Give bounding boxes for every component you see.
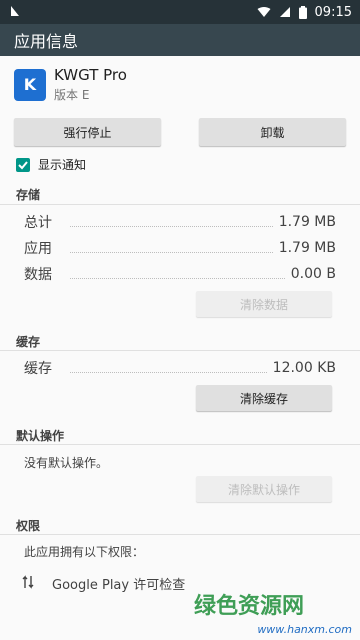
storage-app-label: 应用: [24, 241, 52, 257]
notification-icon: [8, 4, 22, 18]
cache-value: 12.00 KB: [272, 360, 336, 376]
wifi-icon: [257, 6, 271, 18]
watermark: 绿色资源网 www.hanxm.com: [160, 576, 360, 640]
watermark-text-top: 绿色资源网: [194, 594, 305, 619]
app-header: K KWGT Pro 版本 E: [14, 66, 127, 103]
dotted-leader: [70, 277, 285, 279]
checkmark-icon: [18, 160, 28, 169]
permissions-text: 此应用拥有以下权限：: [24, 545, 145, 559]
cache-row: 缓存 12.00 KB: [24, 358, 336, 378]
storage-data-row: 数据 0.00 B: [24, 264, 336, 284]
action-buttons: 强行停止 卸载: [14, 118, 346, 146]
status-bar: 09:15: [0, 0, 360, 24]
battery-icon: [298, 5, 307, 19]
storage-app-value: 1.79 MB: [278, 240, 336, 256]
show-notifications-checkbox[interactable]: [16, 157, 30, 172]
app-version: 版本 E: [54, 88, 90, 102]
clear-cache-button[interactable]: 清除缓存: [196, 385, 332, 411]
clear-data-button[interactable]: 清除数据: [196, 291, 332, 317]
permissions-section-title: 权限: [16, 519, 41, 533]
app-icon-letter: K: [23, 75, 37, 94]
storage-data-value: 0.00 B: [290, 266, 336, 282]
page-title: 应用信息: [14, 32, 79, 51]
force-stop-button[interactable]: 强行停止: [14, 118, 161, 146]
app-bar: 应用信息: [0, 24, 360, 56]
divider: [0, 350, 360, 351]
storage-total-value: 1.79 MB: [278, 214, 336, 230]
permission-item[interactable]: Google Play 许可检查: [22, 574, 185, 593]
dotted-leader: [70, 251, 273, 253]
divider: [0, 204, 360, 205]
storage-total-row: 总计 1.79 MB: [24, 212, 336, 232]
clear-defaults-button[interactable]: 清除默认操作: [196, 476, 332, 502]
uninstall-button[interactable]: 卸载: [199, 118, 346, 146]
storage-total-label: 总计: [24, 215, 52, 231]
clock: 09:15: [314, 4, 352, 20]
storage-app-row: 应用 1.79 MB: [24, 238, 336, 258]
defaults-section-title: 默认操作: [16, 429, 65, 443]
kwgt-app-icon: K: [14, 68, 46, 101]
signal-icon: [279, 6, 291, 18]
watermark-text-bottom: www.hanxm.com: [257, 623, 352, 636]
cache-label: 缓存: [24, 361, 52, 377]
defaults-text: 没有默认操作。: [24, 456, 109, 470]
divider: [0, 444, 360, 445]
dotted-leader: [70, 371, 267, 373]
show-notifications-row[interactable]: 显示通知: [16, 156, 86, 173]
storage-section-title: 存储: [16, 188, 41, 202]
cache-section-title: 缓存: [16, 335, 41, 349]
app-name: KWGT Pro: [54, 66, 127, 84]
sync-arrows-icon: [22, 574, 34, 593]
divider: [0, 534, 360, 535]
show-notifications-label: 显示通知: [38, 158, 87, 172]
dotted-leader: [70, 225, 273, 227]
storage-data-label: 数据: [24, 267, 52, 283]
permission-label: Google Play 许可检查: [52, 578, 186, 593]
